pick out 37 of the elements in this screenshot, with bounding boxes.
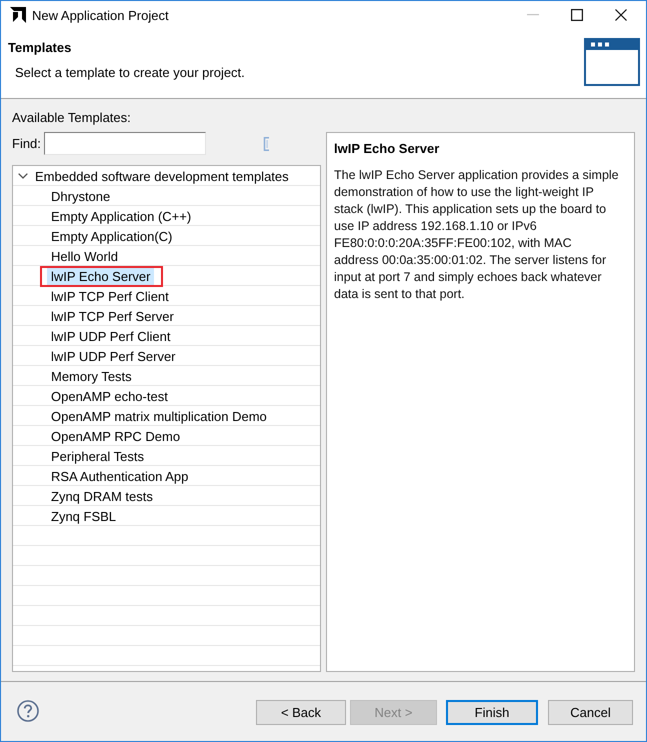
description-text: The lwIP Echo Server application provides a simple demonstration of how to use the light-weight IP stack (lwIP). This application sets up the board to use IP address 192.168.1.10 or IPv6 FE80:0:0:0:20A:35FF:FE00:102, with MAC address 00:0a:35:00:01:02. The server listens for input at port 7 and simply echoes back whatever data is sent to that port. [334, 167, 619, 303]
finish-button[interactable]: Finish [446, 700, 538, 725]
tree-item[interactable]: RSA Authentication App [47, 468, 192, 484]
find-label: Find: [12, 136, 41, 151]
tree-item[interactable]: OpenAMP echo-test [47, 388, 172, 404]
cancel-button[interactable]: Cancel [548, 700, 633, 725]
tree-item[interactable]: Zynq DRAM tests [47, 488, 157, 504]
minimize-icon [527, 14, 539, 16]
tree-item[interactable]: Empty Application (C++) [47, 208, 196, 224]
tree-item[interactable]: OpenAMP RPC Demo [47, 428, 184, 444]
tree-item[interactable]: Zynq FSBL [47, 508, 120, 524]
description-title: lwIP Echo Server [334, 141, 440, 157]
help-icon[interactable] [17, 700, 39, 722]
tree-item[interactable]: Memory Tests [47, 368, 136, 384]
tree-item[interactable]: lwIP UDP Perf Client [47, 328, 174, 344]
bracket-icon [262, 136, 270, 150]
tree-item[interactable]: lwIP UDP Perf Server [47, 348, 180, 364]
window-title: New Application Project [32, 8, 169, 22]
tree-item[interactable]: Dhrystone [47, 188, 114, 204]
tree-item[interactable]: lwIP TCP Perf Server [47, 308, 178, 324]
tree-item[interactable]: Hello World [47, 248, 122, 264]
tree-item[interactable]: Peripheral Tests [47, 448, 148, 464]
page-title: Templates [8, 40, 72, 56]
page-subtitle: Select a template to create your project. [15, 65, 245, 81]
tree-group-item[interactable]: Embedded software development templates [35, 168, 289, 184]
section-label: Available Templates: [12, 110, 131, 126]
tree-item[interactable]: lwIP TCP Perf Client [47, 288, 173, 304]
window-icon [584, 38, 640, 86]
chevron-down-icon[interactable] [18, 173, 28, 179]
tree-item[interactable]: OpenAMP matrix multiplication Demo [47, 408, 271, 424]
tree-item[interactable]: lwIP Echo Server [47, 268, 154, 284]
tree-item[interactable]: Empty Application(C) [47, 228, 176, 244]
close-icon [615, 9, 627, 21]
find-field[interactable] [44, 132, 206, 155]
back-button[interactable]: < Back [256, 700, 346, 725]
maximize-icon [571, 9, 583, 21]
logo-icon [10, 7, 26, 23]
